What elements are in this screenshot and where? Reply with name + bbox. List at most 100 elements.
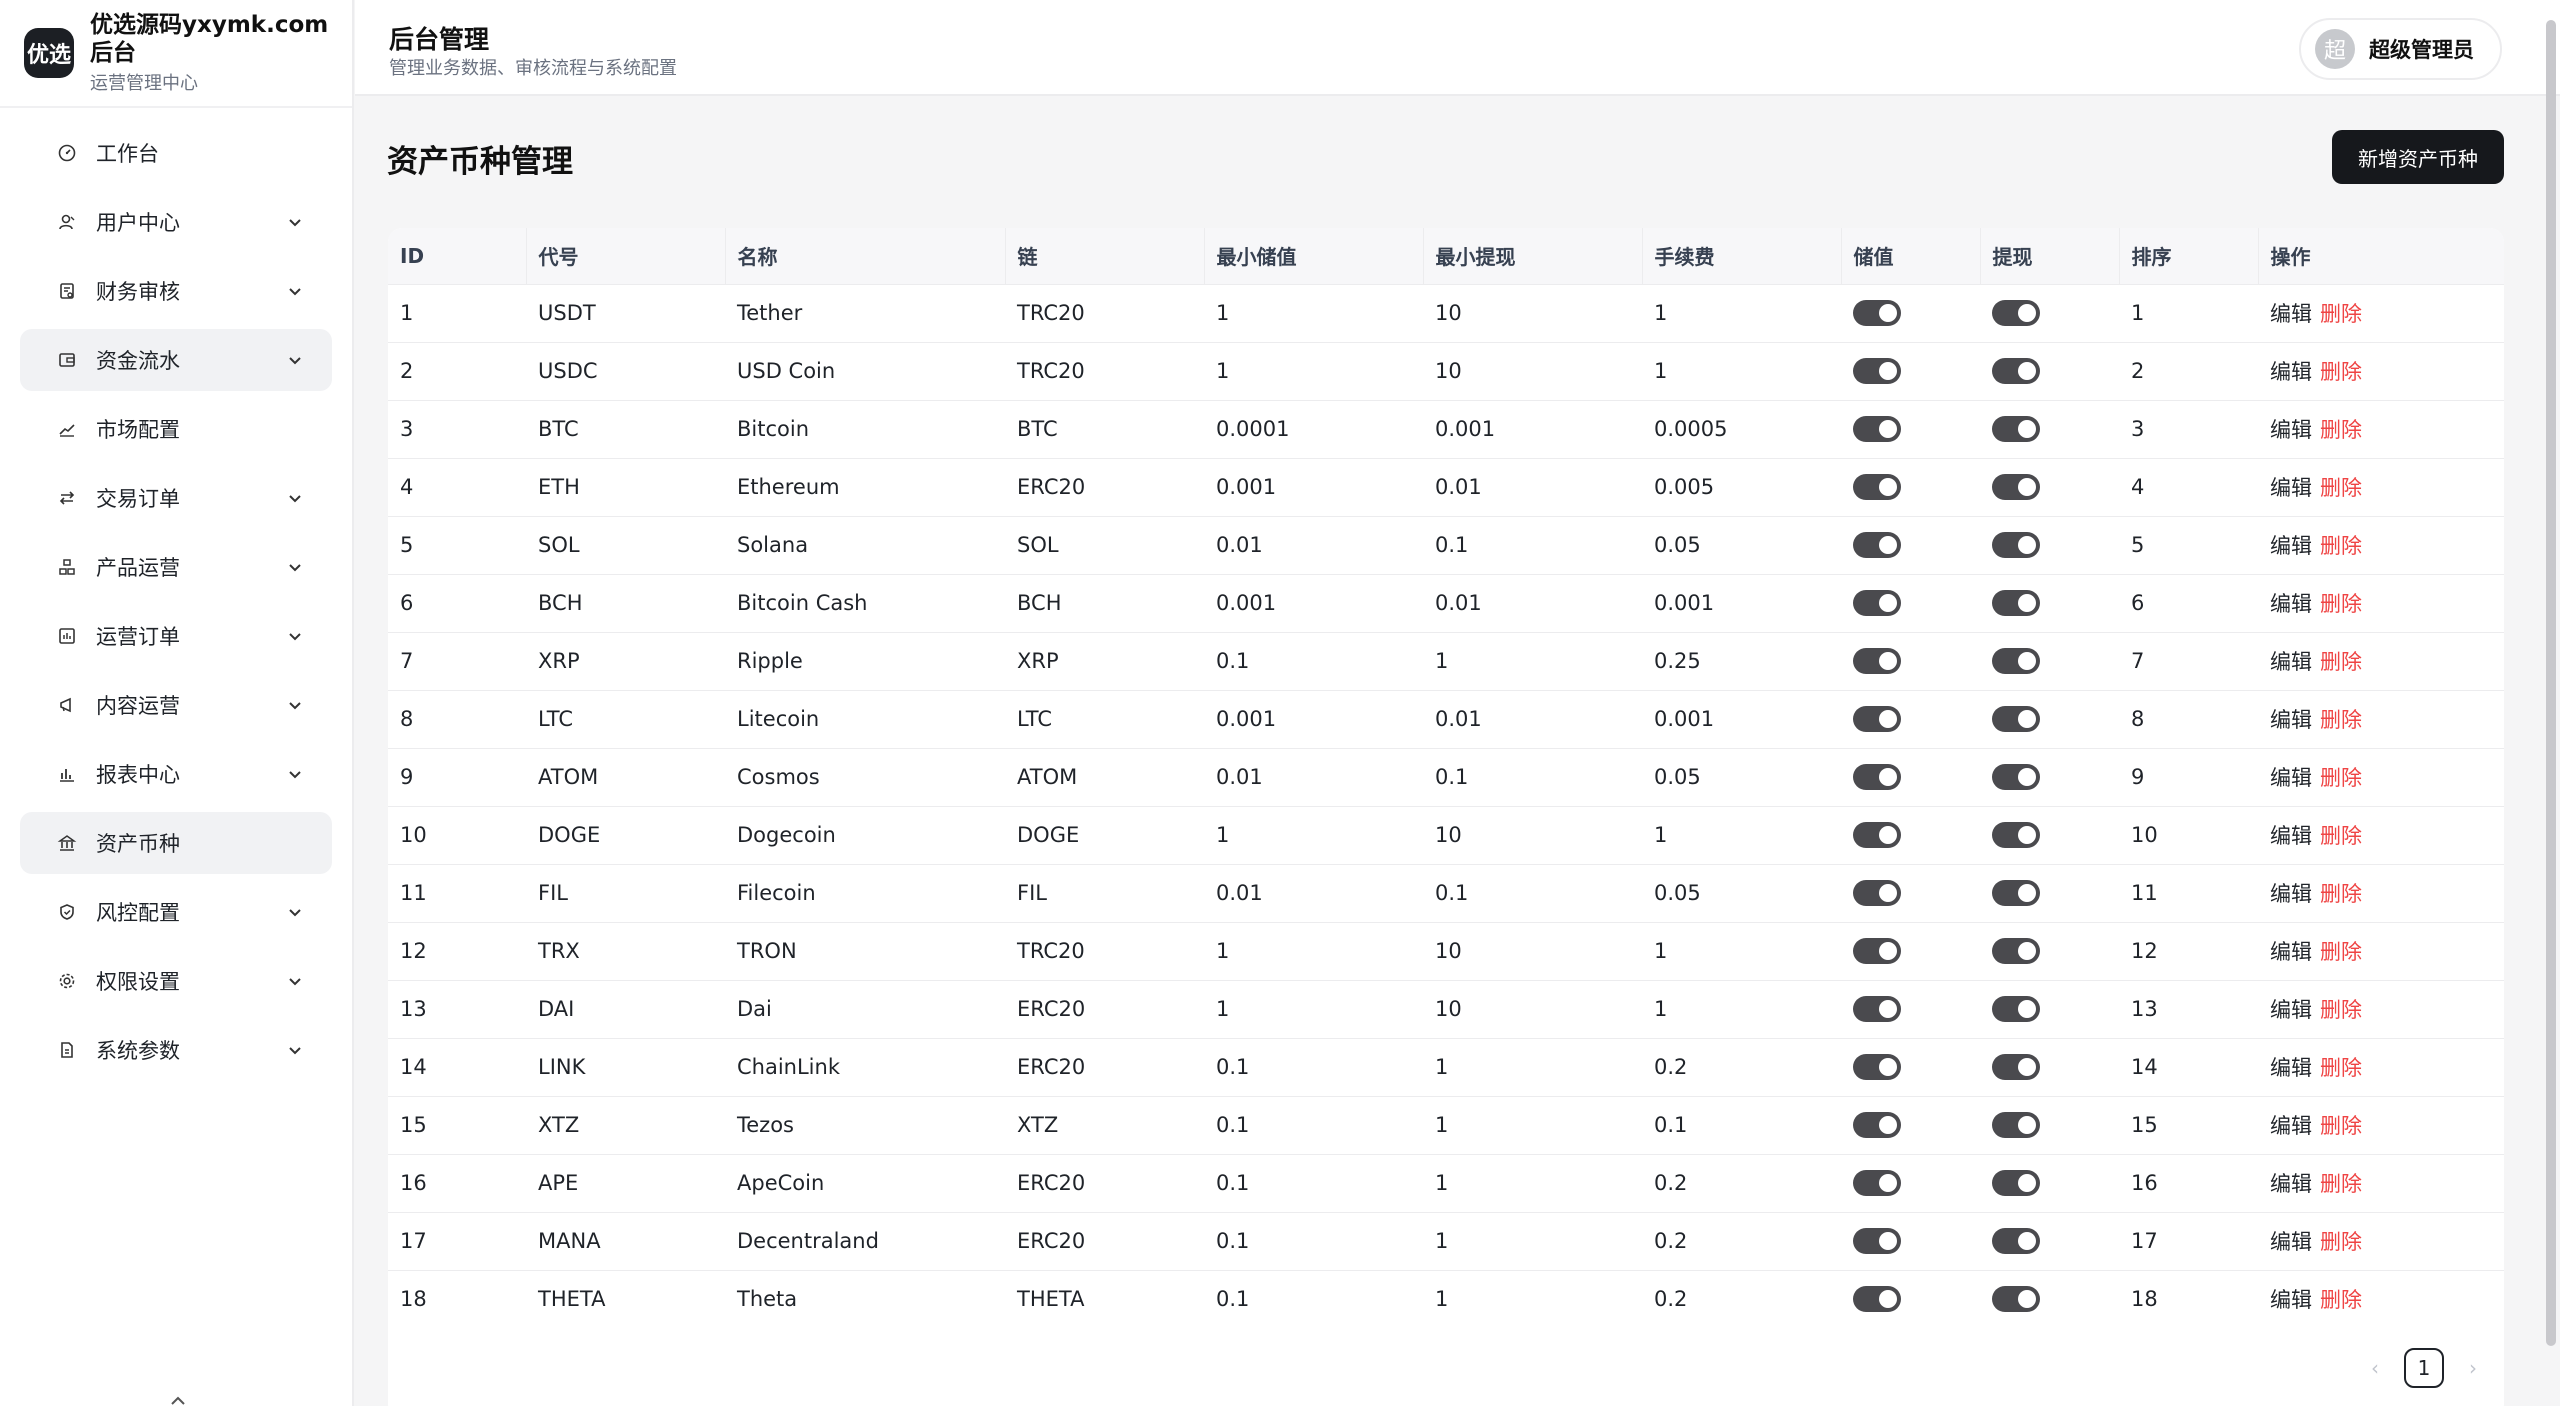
delete-link[interactable]: 删除 — [2320, 360, 2362, 384]
edit-link[interactable]: 编辑 — [2270, 1288, 2312, 1312]
withdraw-toggle[interactable] — [1992, 764, 2040, 790]
edit-link[interactable]: 编辑 — [2270, 766, 2312, 790]
page-number[interactable]: 1 — [2404, 1348, 2444, 1388]
delete-link[interactable]: 删除 — [2320, 1288, 2362, 1312]
gear-icon — [56, 970, 78, 992]
sidebar-item-10[interactable]: 资产币种 — [20, 812, 332, 874]
withdraw-toggle[interactable] — [1992, 938, 2040, 964]
delete-link[interactable]: 删除 — [2320, 882, 2362, 906]
delete-link[interactable]: 删除 — [2320, 1230, 2362, 1254]
deposit-toggle[interactable] — [1853, 1228, 1901, 1254]
prev-page-icon[interactable]: ‹ — [2364, 1356, 2386, 1380]
deposit-toggle[interactable] — [1853, 1170, 1901, 1196]
sidebar-item-1[interactable]: 用户中心 — [20, 191, 332, 253]
edit-link[interactable]: 编辑 — [2270, 1230, 2312, 1254]
sidebar-item-9[interactable]: 报表中心 — [20, 743, 332, 805]
withdraw-toggle[interactable] — [1992, 532, 2040, 558]
sidebar-item-2[interactable]: 财务审核 — [20, 260, 332, 322]
withdraw-toggle[interactable] — [1992, 648, 2040, 674]
deposit-toggle[interactable] — [1853, 1112, 1901, 1138]
edit-link[interactable]: 编辑 — [2270, 302, 2312, 326]
deposit-toggle[interactable] — [1853, 590, 1901, 616]
edit-link[interactable]: 编辑 — [2270, 824, 2312, 848]
edit-link[interactable]: 编辑 — [2270, 1056, 2312, 1080]
withdraw-toggle[interactable] — [1992, 1054, 2040, 1080]
edit-link[interactable]: 编辑 — [2270, 708, 2312, 732]
deposit-toggle[interactable] — [1853, 1286, 1901, 1313]
delete-link[interactable]: 删除 — [2320, 998, 2362, 1022]
deposit-toggle[interactable] — [1853, 358, 1901, 384]
deposit-toggle[interactable] — [1853, 532, 1901, 558]
sidebar-item-7[interactable]: 运营订单 — [20, 605, 332, 667]
edit-link[interactable]: 编辑 — [2270, 1114, 2312, 1138]
delete-link[interactable]: 删除 — [2320, 476, 2362, 500]
sidebar-item-11[interactable]: 风控配置 — [20, 881, 332, 943]
cell-min-withdraw: 0.001 — [1423, 399, 1642, 458]
withdraw-toggle[interactable] — [1992, 1286, 2040, 1313]
sidebar-item-4[interactable]: 市场配置 — [20, 398, 332, 460]
delete-link[interactable]: 删除 — [2320, 824, 2362, 848]
withdraw-toggle[interactable] — [1992, 416, 2040, 442]
sidebar-item-8[interactable]: 内容运营 — [20, 674, 332, 736]
sidebar-item-13[interactable]: 系统参数 — [20, 1019, 332, 1081]
delete-link[interactable]: 删除 — [2320, 418, 2362, 442]
delete-link[interactable]: 删除 — [2320, 708, 2362, 732]
deposit-toggle[interactable] — [1853, 764, 1901, 790]
column-header: 排序 — [2119, 228, 2259, 284]
deposit-toggle[interactable] — [1853, 1054, 1901, 1080]
deposit-toggle[interactable] — [1853, 996, 1901, 1022]
cell-fee: 0.2 — [1642, 1269, 1841, 1328]
next-page-icon[interactable]: › — [2462, 1356, 2484, 1380]
sidebar-item-6[interactable]: 产品运营 — [20, 536, 332, 598]
withdraw-toggle[interactable] — [1992, 1228, 2040, 1254]
withdraw-toggle[interactable] — [1992, 358, 2040, 384]
withdraw-toggle[interactable] — [1992, 300, 2040, 326]
withdraw-toggle[interactable] — [1992, 1170, 2040, 1196]
delete-link[interactable]: 删除 — [2320, 302, 2362, 326]
deposit-toggle[interactable] — [1853, 648, 1901, 674]
deposit-toggle[interactable] — [1853, 474, 1901, 500]
cell-min-withdraw: 10 — [1423, 805, 1642, 864]
delete-link[interactable]: 删除 — [2320, 1056, 2362, 1080]
sidebar-item-0[interactable]: 工作台 — [20, 122, 332, 184]
delete-link[interactable]: 删除 — [2320, 592, 2362, 616]
edit-link[interactable]: 编辑 — [2270, 650, 2312, 674]
user-menu[interactable]: 超 超级管理员 — [2299, 18, 2502, 80]
deposit-toggle[interactable] — [1853, 706, 1901, 732]
edit-link[interactable]: 编辑 — [2270, 940, 2312, 964]
withdraw-toggle[interactable] — [1992, 1112, 2040, 1138]
edit-link[interactable]: 编辑 — [2270, 360, 2312, 384]
withdraw-toggle[interactable] — [1992, 474, 2040, 500]
deposit-toggle[interactable] — [1853, 938, 1901, 964]
collapse-chevron-icon[interactable] — [168, 1392, 188, 1406]
sidebar-item-12[interactable]: 权限设置 — [20, 950, 332, 1012]
deposit-toggle[interactable] — [1853, 822, 1901, 848]
sidebar-item-3[interactable]: 资金流水 — [20, 329, 332, 391]
sidebar-item-5[interactable]: 交易订单 — [20, 467, 332, 529]
add-asset-button[interactable]: 新增资产币种 — [2332, 130, 2504, 184]
deposit-toggle[interactable] — [1853, 416, 1901, 442]
withdraw-toggle[interactable] — [1992, 880, 2040, 906]
page-scrollbar[interactable] — [2546, 20, 2556, 1346]
edit-link[interactable]: 编辑 — [2270, 476, 2312, 500]
delete-link[interactable]: 删除 — [2320, 1114, 2362, 1138]
withdraw-toggle[interactable] — [1992, 590, 2040, 616]
delete-link[interactable]: 删除 — [2320, 650, 2362, 674]
deposit-toggle[interactable] — [1853, 880, 1901, 906]
edit-link[interactable]: 编辑 — [2270, 1172, 2312, 1196]
delete-link[interactable]: 删除 — [2320, 1172, 2362, 1196]
delete-link[interactable]: 删除 — [2320, 940, 2362, 964]
edit-link[interactable]: 编辑 — [2270, 998, 2312, 1022]
delete-link[interactable]: 删除 — [2320, 766, 2362, 790]
edit-link[interactable]: 编辑 — [2270, 534, 2312, 558]
withdraw-toggle[interactable] — [1992, 822, 2040, 848]
delete-link[interactable]: 删除 — [2320, 534, 2362, 558]
edit-link[interactable]: 编辑 — [2270, 592, 2312, 616]
withdraw-toggle[interactable] — [1992, 706, 2040, 732]
column-header: 提现 — [1980, 228, 2120, 284]
cell-code: DAI — [526, 979, 725, 1038]
edit-link[interactable]: 编辑 — [2270, 418, 2312, 442]
edit-link[interactable]: 编辑 — [2270, 882, 2312, 906]
deposit-toggle[interactable] — [1853, 300, 1901, 326]
withdraw-toggle[interactable] — [1992, 996, 2040, 1022]
